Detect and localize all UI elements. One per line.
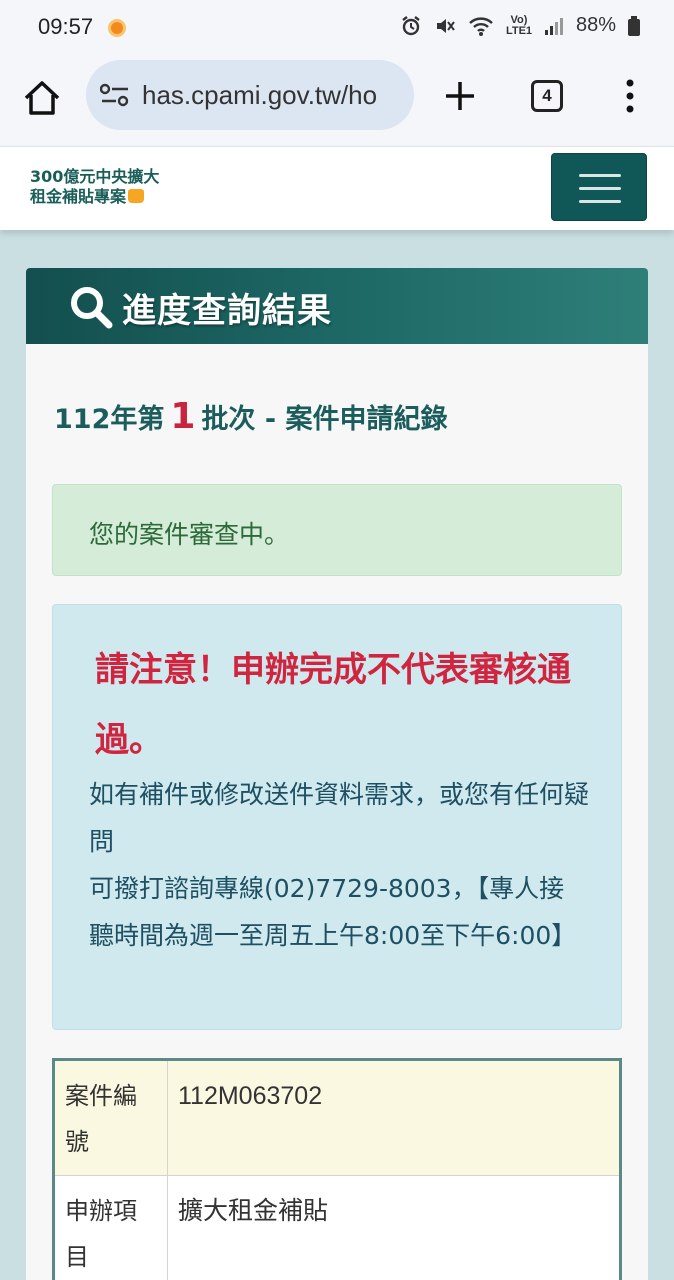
house-icon xyxy=(128,188,145,203)
mute-icon xyxy=(436,18,455,33)
batch-prefix: 112年第 xyxy=(54,404,165,435)
hamburger-menu-button[interactable] xyxy=(551,153,647,221)
status-icons: Vo) LTE1 88% xyxy=(400,14,640,37)
batch-number: 1 xyxy=(170,396,196,437)
status-bar: 09:57 Vo) LTE1 88% xyxy=(0,0,674,58)
alarm-icon xyxy=(402,15,420,35)
battery-text: 88% xyxy=(575,14,616,36)
detail-table: 案件編號 112M063702 申辦項目 擴大租金補貼 xyxy=(52,1058,622,1280)
url-bar[interactable]: has.cpami.gov.tw/ho xyxy=(86,60,414,130)
status-message: 您的案件審查中。 xyxy=(89,520,290,549)
search-icon xyxy=(71,287,113,329)
table-row: 案件編號 112M063702 xyxy=(55,1061,619,1176)
info-line-1: 如有補件或修改送件資料需求，或您有任何疑問 xyxy=(89,780,590,856)
result-card: 進度查詢結果 112年第 1 批次 - 案件申請紀錄 您的案件審查中。 請注意！申辦… xyxy=(26,268,648,1280)
status-alert: 您的案件審查中。 xyxy=(52,484,622,576)
network-label: Vo) LTE1 xyxy=(505,13,533,37)
wifi-icon xyxy=(469,16,493,36)
site-logo[interactable]: 300億元中央擴大 租金補貼專案 xyxy=(30,167,180,207)
url-text: has.cpami.gov.tw/ho xyxy=(142,80,378,110)
tab-switcher-button[interactable]: 4 xyxy=(531,80,563,112)
info-line-2: 可撥打諮詢專線(02)7729-8003，【專人接聽時間為週一至周五上午8:00… xyxy=(89,874,577,950)
case-number-value: 112M063702 xyxy=(178,1082,323,1110)
logo-line-2: 租金補貼專案 xyxy=(30,187,127,206)
site-settings-icon[interactable] xyxy=(100,82,130,108)
hamburger-line xyxy=(579,174,621,177)
warning-title: 請注意！申辦完成不代表審核通過。 xyxy=(95,650,571,760)
info-alert: 請注意！申辦完成不代表審核通過。 如有補件或修改送件資料需求，或您有任何疑問 可… xyxy=(52,604,622,1030)
case-number-label: 案件編號 xyxy=(55,1061,168,1175)
hamburger-line xyxy=(579,200,621,203)
notification-dot-icon xyxy=(108,19,126,37)
home-icon[interactable] xyxy=(22,78,62,118)
logo-line-2-wrap: 租金補貼專案 xyxy=(30,187,180,207)
status-time: 09:57 xyxy=(38,14,94,39)
card-header: 進度查詢結果 xyxy=(26,268,648,344)
signal-icon xyxy=(544,17,563,35)
application-item-label: 申辦項目 xyxy=(55,1176,168,1280)
site-header: 300億元中央擴大 租金補貼專案 xyxy=(0,146,674,230)
table-row: 申辦項目 擴大租金補貼 xyxy=(55,1176,619,1280)
batch-suffix: 批次 - 案件申請紀錄 xyxy=(201,404,448,435)
logo-line-1: 300億元中央擴大 xyxy=(30,167,160,186)
application-item-value: 擴大租金補貼 xyxy=(178,1197,329,1225)
batch-heading: 112年第 1 批次 - 案件申請紀錄 xyxy=(54,396,447,437)
hamburger-line xyxy=(579,187,621,190)
more-options-icon[interactable] xyxy=(620,78,640,114)
battery-icon xyxy=(628,15,640,36)
new-tab-plus-icon[interactable] xyxy=(442,78,478,114)
browser-toolbar: has.cpami.gov.tw/ho 4 xyxy=(0,58,674,146)
card-title: 進度查詢結果 xyxy=(122,291,332,331)
